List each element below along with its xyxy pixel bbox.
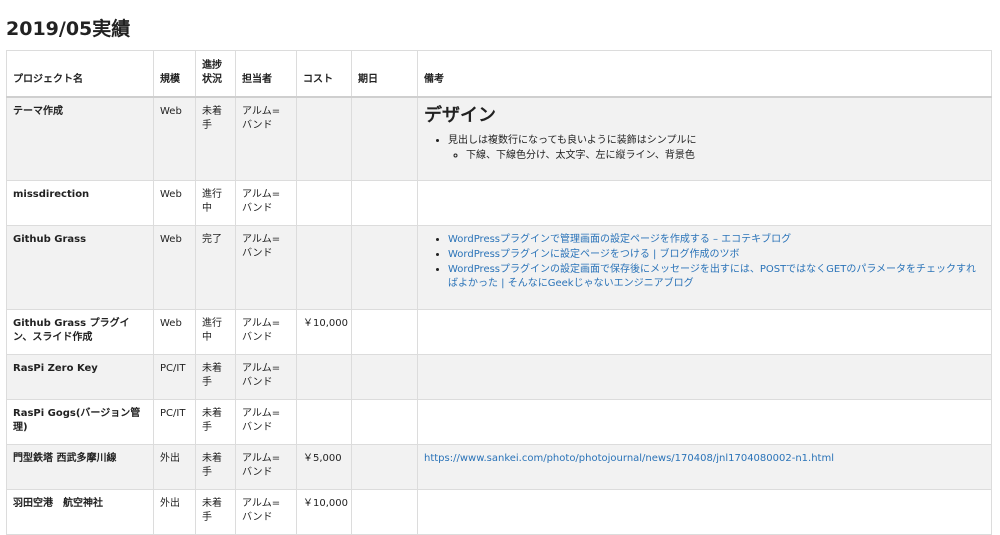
deadline-cell bbox=[351, 96, 418, 181]
col-project-header: プロジェクト名 bbox=[6, 50, 154, 98]
link-item: WordPressプラグインの設定画面で保存後にメッセージを出すには、POSTで… bbox=[448, 263, 985, 291]
owner-cell: アルム=バンド bbox=[235, 225, 297, 310]
status-cell: 進行中 bbox=[195, 309, 236, 355]
cost-cell: ￥10,000 bbox=[296, 489, 352, 535]
cost-cell bbox=[296, 399, 352, 445]
owner-cell: アルム=バンド bbox=[235, 180, 297, 226]
status-cell: 未着手 bbox=[195, 354, 236, 400]
reference-link[interactable]: WordPressプラグインで管理画面の設定ページを作成する – エコテキブログ bbox=[448, 234, 791, 245]
note-item: 見出しは複数行になっても良いように装飾はシンプルに 下線、下線色分け、太文字、左… bbox=[448, 133, 985, 163]
deadline-cell bbox=[351, 489, 418, 535]
cost-cell bbox=[296, 225, 352, 310]
table-row: Github Grass プラグイン、スライド作成 Web 進行中 アルム=バン… bbox=[6, 309, 992, 355]
note-heading: デザイン bbox=[424, 104, 496, 126]
cost-cell bbox=[296, 180, 352, 226]
notes-cell bbox=[417, 354, 992, 400]
deadline-cell bbox=[351, 444, 418, 490]
col-cost-header: コスト bbox=[296, 50, 352, 98]
notes-cell bbox=[417, 399, 992, 445]
col-deadline-header: 期日 bbox=[351, 50, 418, 98]
notes-cell bbox=[417, 180, 992, 226]
scale-cell: PC/IT bbox=[153, 399, 196, 445]
project-name: missdirection bbox=[6, 180, 154, 226]
scale-cell: PC/IT bbox=[153, 354, 196, 400]
reference-links: WordPressプラグインで管理画面の設定ページを作成する – エコテキブログ… bbox=[424, 233, 985, 291]
col-status-header: 進捗状況 bbox=[195, 50, 236, 98]
table-header-row: プロジェクト名 規模 進捗状況 担当者 コスト 期日 備考 bbox=[6, 50, 992, 98]
link-item: WordPressプラグインに設定ページをつける | ブログ作成のツボ bbox=[448, 248, 985, 262]
deadline-cell bbox=[351, 399, 418, 445]
table-row: missdirection Web 進行中 アルム=バンド bbox=[6, 180, 992, 226]
project-name: Github Grass プラグイン、スライド作成 bbox=[6, 309, 154, 355]
col-notes-header: 備考 bbox=[417, 50, 992, 98]
scale-cell: 外出 bbox=[153, 489, 196, 535]
deadline-cell bbox=[351, 180, 418, 226]
reference-link[interactable]: WordPressプラグインに設定ページをつける | ブログ作成のツボ bbox=[448, 249, 740, 260]
scale-cell: 外出 bbox=[153, 444, 196, 490]
owner-cell: アルム=バンド bbox=[235, 489, 297, 535]
scale-cell: Web bbox=[153, 96, 196, 181]
table-row: RasPi Gogs(バージョン管理) PC/IT 未着手 アルム=バンド bbox=[6, 399, 992, 445]
note-sublist: 下線、下線色分け、太文字、左に縦ライン、背景色 bbox=[448, 148, 985, 163]
status-cell: 未着手 bbox=[195, 96, 236, 181]
note-subitem: 下線、下線色分け、太文字、左に縦ライン、背景色 bbox=[466, 148, 985, 163]
scale-cell: Web bbox=[153, 225, 196, 310]
results-table: プロジェクト名 規模 進捗状況 担当者 コスト 期日 備考 テーマ作成 Web … bbox=[6, 50, 992, 535]
table-row: Github Grass Web 完了 アルム=バンド WordPressプラグ… bbox=[6, 225, 992, 310]
link-item: WordPressプラグインで管理画面の設定ページを作成する – エコテキブログ bbox=[448, 233, 985, 247]
cost-cell bbox=[296, 354, 352, 400]
deadline-cell bbox=[351, 354, 418, 400]
reference-url-link[interactable]: https://www.sankei.com/photo/photojourna… bbox=[424, 453, 834, 464]
table-row: 羽田空港 航空神社 外出 未着手 アルム=バンド ￥10,000 bbox=[6, 489, 992, 535]
status-cell: 完了 bbox=[195, 225, 236, 310]
deadline-cell bbox=[351, 309, 418, 355]
owner-cell: アルム=バンド bbox=[235, 354, 297, 400]
owner-cell: アルム=バンド bbox=[235, 399, 297, 445]
col-owner-header: 担当者 bbox=[235, 50, 297, 98]
project-name: テーマ作成 bbox=[6, 96, 154, 181]
col-scale-header: 規模 bbox=[153, 50, 196, 98]
page-title: 2019/05実績 bbox=[6, 18, 131, 40]
notes-cell: https://www.sankei.com/photo/photojourna… bbox=[417, 444, 992, 490]
status-cell: 未着手 bbox=[195, 399, 236, 445]
notes-cell: デザイン 見出しは複数行になっても良いように装飾はシンプルに 下線、下線色分け、… bbox=[417, 96, 992, 181]
cost-cell: ￥5,000 bbox=[296, 444, 352, 490]
status-cell: 未着手 bbox=[195, 489, 236, 535]
note-list: 見出しは複数行になっても良いように装飾はシンプルに 下線、下線色分け、太文字、左… bbox=[424, 133, 985, 163]
table-row: RasPi Zero Key PC/IT 未着手 アルム=バンド bbox=[6, 354, 992, 400]
status-cell: 未着手 bbox=[195, 444, 236, 490]
owner-cell: アルム=バンド bbox=[235, 309, 297, 355]
project-name: RasPi Zero Key bbox=[6, 354, 154, 400]
note-item-text: 見出しは複数行になっても良いように装飾はシンプルに bbox=[448, 134, 697, 146]
table-row: テーマ作成 Web 未着手 アルム=バンド デザイン 見出しは複数行になっても良… bbox=[6, 96, 992, 181]
project-name: Github Grass bbox=[6, 225, 154, 310]
notes-cell: WordPressプラグインで管理画面の設定ページを作成する – エコテキブログ… bbox=[417, 225, 992, 310]
notes-cell bbox=[417, 489, 992, 535]
deadline-cell bbox=[351, 225, 418, 310]
scale-cell: Web bbox=[153, 180, 196, 226]
cost-cell bbox=[296, 96, 352, 181]
owner-cell: アルム=バンド bbox=[235, 444, 297, 490]
project-name: 門型鉄塔 西武多摩川線 bbox=[6, 444, 154, 490]
table-row: 門型鉄塔 西武多摩川線 外出 未着手 アルム=バンド ￥5,000 https:… bbox=[6, 444, 992, 490]
cost-cell: ￥10,000 bbox=[296, 309, 352, 355]
project-name: RasPi Gogs(バージョン管理) bbox=[6, 399, 154, 445]
project-name: 羽田空港 航空神社 bbox=[6, 489, 154, 535]
reference-link[interactable]: WordPressプラグインの設定画面で保存後にメッセージを出すには、POSTで… bbox=[448, 264, 976, 289]
scale-cell: Web bbox=[153, 309, 196, 355]
owner-cell: アルム=バンド bbox=[235, 96, 297, 181]
notes-cell bbox=[417, 309, 992, 355]
status-cell: 進行中 bbox=[195, 180, 236, 226]
